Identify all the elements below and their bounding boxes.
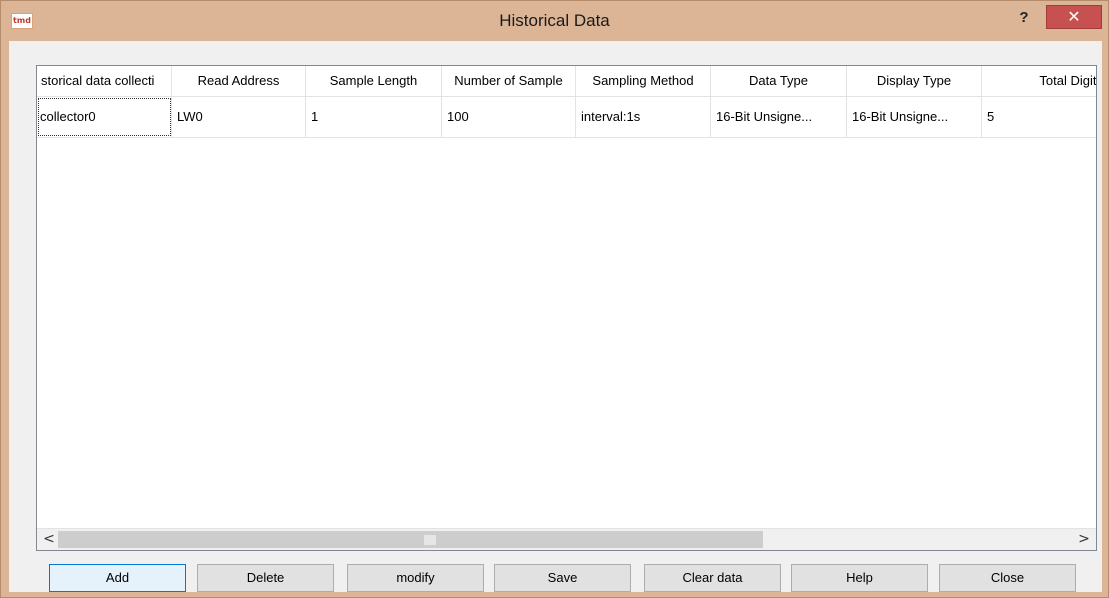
close-button[interactable]: Close xyxy=(939,564,1076,592)
cell-sample-length[interactable]: 1 xyxy=(306,97,442,137)
dialog-client-area: storical data collecti Read Address Samp… xyxy=(9,41,1102,592)
scrollbar-thumb[interactable] xyxy=(58,531,763,548)
cell-data-type[interactable]: 16-Bit Unsigne... xyxy=(711,97,847,137)
column-header-data-type[interactable]: Data Type xyxy=(711,66,847,97)
cell-collector[interactable]: collector0 xyxy=(37,97,172,137)
add-button[interactable]: Add xyxy=(49,564,186,592)
scrollbar-grip xyxy=(424,535,436,545)
column-header-sample-length[interactable]: Sample Length xyxy=(306,66,442,97)
column-header-sampling-method[interactable]: Sampling Method xyxy=(576,66,711,97)
scroll-left-icon[interactable]: < xyxy=(39,529,59,550)
column-header-read-address[interactable]: Read Address xyxy=(172,66,306,97)
column-header-total-digits[interactable]: Total Digits xyxy=(982,66,1096,97)
history-collectors-table[interactable]: storical data collecti Read Address Samp… xyxy=(36,65,1097,551)
button-bar: Add Delete modify Save Clear data Help C… xyxy=(9,564,1102,592)
help-icon[interactable]: ? xyxy=(1011,7,1037,29)
cell-display-type[interactable]: 16-Bit Unsigne... xyxy=(847,97,982,137)
horizontal-scrollbar[interactable]: < > xyxy=(37,528,1096,550)
column-header-display-type[interactable]: Display Type xyxy=(847,66,982,97)
column-header-collector[interactable]: storical data collecti xyxy=(37,66,172,97)
modify-button[interactable]: modify xyxy=(347,564,484,592)
cell-sampling-method[interactable]: interval:1s xyxy=(576,97,711,137)
delete-button[interactable]: Delete xyxy=(197,564,334,592)
cell-read-address[interactable]: LW0 xyxy=(172,97,306,137)
table-row[interactable]: collector0 LW0 1 100 interval:1s 16-Bit … xyxy=(37,97,1096,138)
window-title: Historical Data xyxy=(499,11,610,30)
help-button[interactable]: Help xyxy=(791,564,928,592)
cell-total-digits[interactable]: 5 xyxy=(982,97,1096,137)
close-window-button[interactable]: ✕ xyxy=(1046,5,1102,29)
table-header-row: storical data collecti Read Address Samp… xyxy=(37,66,1096,97)
save-button[interactable]: Save xyxy=(494,564,631,592)
column-header-number-of-sample[interactable]: Number of Sample xyxy=(442,66,576,97)
clear-data-button[interactable]: Clear data xyxy=(644,564,781,592)
historical-data-window: tmd Historical Data ? ✕ storical data co… xyxy=(0,0,1109,598)
scroll-right-icon[interactable]: > xyxy=(1074,529,1094,550)
title-bar[interactable]: tmd Historical Data ? ✕ xyxy=(1,1,1108,41)
cell-number-of-sample[interactable]: 100 xyxy=(442,97,576,137)
